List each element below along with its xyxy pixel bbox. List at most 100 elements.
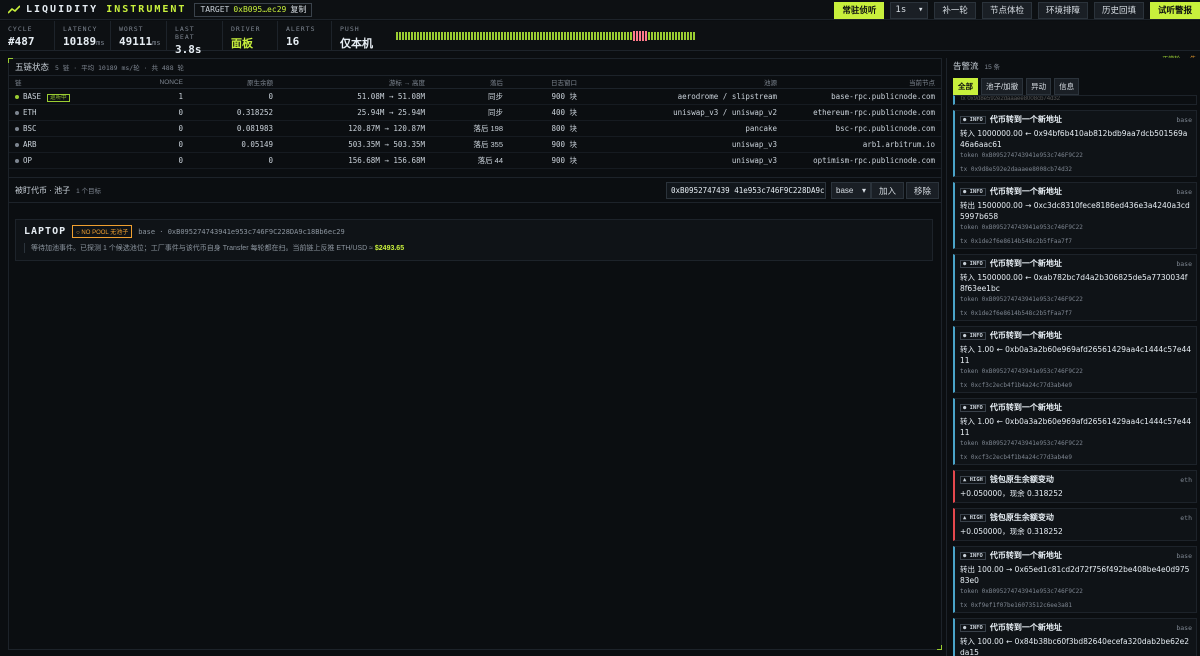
alerts-count: 15 条 [984,64,1001,71]
chain-cell: BSC [9,120,79,137]
filter-pools[interactable]: 池子/加撤 [981,78,1024,95]
chevron-down-icon: ▾ [861,186,866,195]
token-status: 等待加池事件。已探测 1 个候选池位；工厂事件与该代币自身 Transfer 每… [24,243,924,253]
beat-tick [657,31,659,40]
alert-detail: 转出 100.00 → 0x65ed1c81cd2d72f756f492be40… [960,565,1190,585]
token-address-input[interactable]: 0xB0952747439 41e953c746F9C228DA9c18 [666,182,826,199]
col-nonce: NONCE [79,75,189,89]
beat-tick [654,31,656,40]
beat-tick [543,31,545,40]
alert-item[interactable]: ▲ HIGH 钱包原生余额变动 eth +0.050000，现余 0.318252 [953,470,1197,503]
chain-cell: BASE 巡听中 [9,88,79,105]
alert-chain: base [1176,115,1192,124]
pools-cell: uniswap_v3 [583,152,783,169]
fill-round-button[interactable]: 补一轮 [934,1,976,19]
beat-tick [597,31,599,40]
alert-detail: 转入 1.00 ← 0xb0a3a2b60e969afd26561429aa4c… [960,417,1192,437]
beat-tick [555,31,557,40]
env-check-button[interactable]: 环境排障 [1037,1,1088,19]
beat-tick [552,31,554,40]
beat-tick [588,31,590,40]
beat-tick [681,31,683,40]
beat-tick [642,30,644,41]
alert-item[interactable]: ● INFO 代币转到一个新地址 base 转出 100.00 → 0x65ed1c8… [953,546,1197,613]
token-name: LAPTOP [24,226,67,237]
beat-tick [675,31,677,40]
beat-tick [528,31,530,40]
beat-tick [660,31,662,40]
beat-tick [564,31,566,40]
beat-tick [498,31,500,40]
beat-tick [609,31,611,40]
alert-chain: base [1176,259,1192,268]
stats-bar: CYCLE #487 LATENCY 10189ms WORST 49111ms LA… [0,20,1200,63]
alert-item[interactable]: ▲ HIGH 钱包原生余额变动 eth +0.050000，现余 0.318252 [953,508,1197,541]
target-card[interactable]: LAPTOP ○ NO POOL 无池子 base · 0xB095274743… [15,219,933,261]
chevron-down-icon: ▾ [918,5,924,15]
add-target-button[interactable]: 加入 [870,182,904,199]
node-check-button[interactable]: 节点体检 [981,1,1032,19]
alert-token: token 0xB095274743941e953c746F9C22 [960,296,1083,303]
beat-tick [678,31,680,40]
alert-title: 代币转到一个新地址 [989,115,1062,124]
replay-button[interactable]: 历史回填 [1093,1,1144,19]
beat-tick [606,31,608,40]
alert-detail: 转入 100.00 ← 0x84b38bc60f3bd82640ecefa320… [960,637,1190,656]
nonce-cell: 0 [79,152,189,169]
beat-tick [399,31,401,40]
filter-all[interactable]: 全部 [953,78,978,95]
nonce-cell: 0 [79,136,189,153]
col-pools: 池源 [583,75,783,89]
alert-item[interactable]: ● INFO 代币转到一个新地址 base 转入 1000000.00 ← 0x94b… [953,110,1197,177]
alert-item[interactable]: ● INFO 代币转到一个新地址 base 转入 1500000.00 ← 0xab7… [953,254,1197,321]
beat-tick [573,31,575,40]
beat-tick [663,31,665,40]
beat-tick [546,31,548,40]
beat-tick [438,31,440,40]
alert-item[interactable]: ● INFO 代币转到一个新地址 转入 1.00 ← 0xb0a3a2b60e969… [953,326,1197,393]
alert-detail: +0.050000，现余 0.318252 [960,489,1063,498]
nonce-cell: 1 [79,88,189,105]
alert-token: token 0xB095274743941e953c746F9C22 [960,152,1083,159]
beat-tick [402,31,404,40]
beat-tick [471,31,473,40]
beat-tick [594,31,596,40]
cursor-cell: 120.87M → 120.87M [279,120,431,137]
trial-alert-button[interactable]: 试听警报 [1149,1,1200,19]
alert-token: token 0xB095274743941e953c746F9C22 [960,440,1083,447]
stat-cycle: CYCLE #487 [0,20,55,51]
chain-cell: OP [9,152,79,169]
status-dot-icon [15,95,19,99]
beat-tick [420,31,422,40]
top-bar: LIQUIDITY INSTRUMENT TARGET 0xB095…ec29 … [0,0,1200,20]
beat-tick [477,31,479,40]
beat-tick [516,31,518,40]
filter-anomaly[interactable]: 异动 [1026,78,1052,95]
alert-item[interactable]: ● INFO 代币转到一个新地址 base 转入 100.00 ← 0x84b38bc… [953,618,1197,656]
alert-title: 代币转到一个新地址 [989,623,1062,632]
alert-title: 钱包原生余额变动 [989,513,1054,522]
alert-detail: 转入 1000000.00 ← 0x94bf6b410ab812bdb9aa7d… [960,129,1188,149]
watch-count: 1 个目标 [76,188,102,195]
beat-tick [600,31,602,40]
alert-title: 代币转到一个新地址 [989,187,1062,196]
filter-info[interactable]: 信息 [1054,78,1080,95]
main-panel: 五链状态 5 链 · 平均 10189 ms/轮 · 共 488 轮 链 NON… [8,58,942,650]
info-level-badge: ● INFO [960,259,986,268]
beat-tick [489,31,491,40]
remove-target-button[interactable]: 移除 [905,182,939,199]
listen-button[interactable]: 常驻侦听 [834,1,885,19]
beat-tick [531,31,533,40]
alert-item[interactable]: ● INFO 代币转到一个新地址 转入 1.00 ← 0xb0a3a2b60e969… [953,398,1197,465]
alert-tx: tx 0xf9ef1f07be16073512c6ee3a81 [960,602,1072,609]
chain-table-header: 链 NONCE 原生余额 游标 → 高度 落后 日志窗口 池源 当前节点 [9,75,941,89]
chain-select[interactable]: base ▾ [831,182,871,199]
alert-feed[interactable]: tx 0x9d8e592e2daaaee8008cb74d32 ● INFO 代币… [953,95,1197,656]
beat-tick [615,31,617,40]
alert-item[interactable]: ● INFO 代币转到一个新地址 base 转出 1500000.00 → 0xc3d… [953,182,1197,249]
beat-tick [492,31,494,40]
beat-tick [465,31,467,40]
alert-detail: 转出 1500000.00 → 0xc3dc8310fece8186ed436e… [960,201,1190,221]
interval-select[interactable]: 1s ▾ [890,1,929,19]
copy-address-button[interactable]: 复制 [290,4,306,15]
